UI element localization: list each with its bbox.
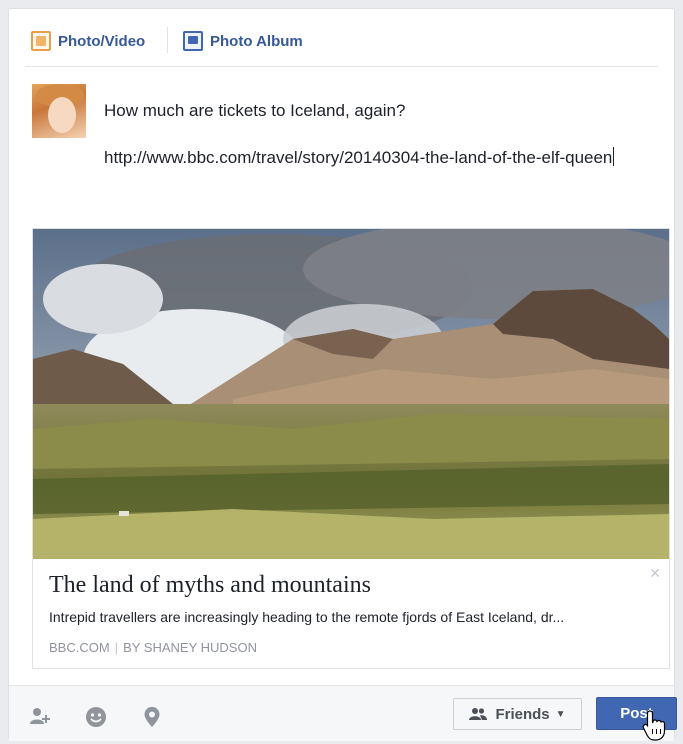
composer-footer: Friends ▼ Post (9, 686, 677, 741)
text-caret (613, 147, 615, 166)
tab-separator (167, 27, 168, 53)
photo-album-icon (183, 31, 203, 51)
avatar[interactable] (32, 84, 86, 138)
source-separator: | (114, 640, 119, 655)
link-preview-title[interactable]: The land of myths and mountains (49, 572, 371, 599)
post-text-input[interactable]: How much are tickets to Iceland, again? … (104, 99, 664, 170)
link-preview-author: BY SHANEY HUDSON (123, 640, 257, 655)
post-button[interactable]: Post (596, 697, 677, 730)
tab-photo-video-label: Photo/Video (58, 32, 146, 50)
chevron-down-icon: ▼ (555, 708, 566, 720)
photo-video-icon (31, 31, 51, 51)
post-url-value: http://www.bbc.com/travel/story/20140304… (104, 148, 613, 167)
feeling-icon[interactable] (85, 706, 107, 728)
link-preview-image[interactable] (33, 229, 669, 559)
avatar-face (48, 97, 76, 133)
tag-friends-icon[interactable] (29, 706, 51, 728)
tabs-divider (25, 66, 658, 67)
post-url-text: http://www.bbc.com/travel/story/20140304… (104, 146, 664, 170)
post-question-text: How much are tickets to Iceland, again? (104, 101, 406, 120)
link-preview-description: Intrepid travellers are increasingly hea… (49, 609, 565, 625)
tab-photo-album[interactable]: Photo Album (183, 29, 303, 53)
tab-photo-video[interactable]: Photo/Video (31, 29, 145, 53)
friends-icon (469, 708, 488, 720)
location-icon[interactable] (141, 706, 163, 728)
link-preview-card[interactable]: ✕ The land of myths and mountains Intrep… (32, 228, 670, 669)
post-composer: Photo/Video Photo Album How much are tic… (8, 8, 677, 741)
link-preview-domain: BBC.COM (49, 640, 110, 655)
close-icon[interactable]: ✕ (649, 565, 661, 582)
tab-photo-album-label: Photo Album (210, 32, 303, 50)
audience-selector-button[interactable]: Friends ▼ (453, 698, 582, 730)
landscape-image (33, 229, 669, 559)
audience-label: Friends (495, 705, 550, 723)
link-preview-source: BBC.COM | BY SHANEY HUDSON (49, 640, 257, 655)
composer-tabs: Photo/Video Photo Album (9, 9, 674, 67)
